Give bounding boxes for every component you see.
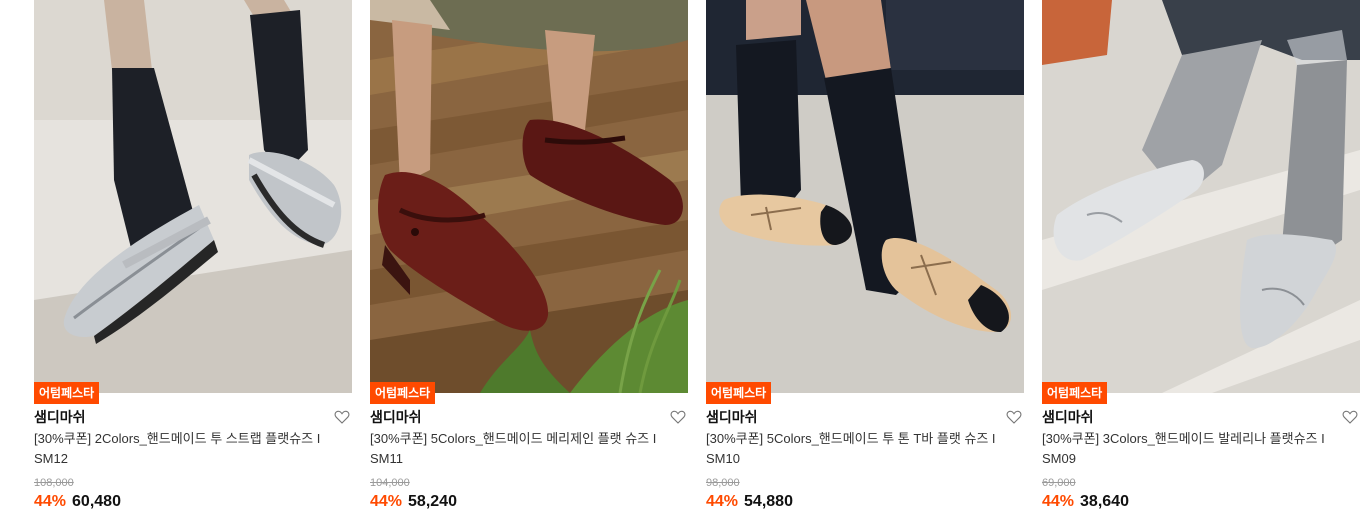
brand-name[interactable]: 샘디마쉬	[370, 407, 422, 427]
brand-name[interactable]: 샘디마쉬	[1042, 407, 1094, 427]
heart-icon[interactable]	[1342, 409, 1358, 425]
product-title[interactable]: [30%쿠폰] 5Colors_핸드메이드 메리제인 플랫 슈즈 I SM11	[370, 429, 670, 469]
heart-icon[interactable]	[1006, 409, 1022, 425]
brand-name[interactable]: 샘디마쉬	[706, 407, 758, 427]
beige-tbar-flats-photo	[706, 0, 1024, 393]
sale-price: 58,240	[408, 493, 457, 510]
brand-name[interactable]: 샘디마쉬	[34, 407, 86, 427]
product-image[interactable]	[1042, 0, 1360, 393]
heart-icon[interactable]	[670, 409, 686, 425]
product-image[interactable]	[706, 0, 1024, 393]
discount-rate: 44%	[1042, 493, 1075, 510]
heart-icon[interactable]	[334, 409, 350, 425]
discount-rate: 44%	[706, 493, 739, 510]
product-title[interactable]: [30%쿠폰] 2Colors_핸드메이드 투 스트랩 플랫슈즈 I SM12	[34, 429, 334, 469]
price-row: 44% 54,880	[706, 491, 793, 513]
sale-price: 60,480	[72, 493, 121, 510]
price-row: 44% 60,480	[34, 491, 121, 513]
original-price: 69,000	[1042, 477, 1076, 489]
event-badge: 어텀페스타	[706, 382, 772, 404]
silver-ballerina-flats-photo	[1042, 0, 1360, 393]
event-badge: 어텀페스타	[370, 382, 436, 404]
discount-rate: 44%	[34, 493, 67, 510]
original-price: 108,000	[34, 477, 74, 489]
discount-rate: 44%	[370, 493, 403, 510]
product-card[interactable]: 어텀페스타 샘디마쉬 [30%쿠폰] 3Colors_핸드메이드 발레리나 플랫…	[1042, 0, 1360, 521]
sale-price: 38,640	[1080, 493, 1129, 510]
sale-price: 54,880	[744, 493, 793, 510]
product-grid: 어텀페스타 샘디마쉬 [30%쿠폰] 2Colors_핸드메이드 투 스트랩 플…	[0, 0, 1368, 521]
event-badge: 어텀페스타	[34, 382, 100, 404]
product-title[interactable]: [30%쿠폰] 3Colors_핸드메이드 발레리나 플랫슈즈 I SM09	[1042, 429, 1342, 469]
original-price: 98,000	[706, 477, 740, 489]
price-row: 44% 58,240	[370, 491, 457, 513]
product-image[interactable]	[34, 0, 352, 393]
burgundy-maryjane-flats-photo	[370, 0, 688, 393]
original-price: 104,000	[370, 477, 410, 489]
product-card[interactable]: 어텀페스타 샘디마쉬 [30%쿠폰] 5Colors_핸드메이드 투 톤 T바 …	[706, 0, 1024, 521]
product-image[interactable]	[370, 0, 688, 393]
product-card[interactable]: 어텀페스타 샘디마쉬 [30%쿠폰] 5Colors_핸드메이드 메리제인 플랫…	[370, 0, 688, 521]
product-card[interactable]: 어텀페스타 샘디마쉬 [30%쿠폰] 2Colors_핸드메이드 투 스트랩 플…	[34, 0, 352, 521]
event-badge: 어텀페스타	[1042, 382, 1108, 404]
price-row: 44% 38,640	[1042, 491, 1129, 513]
silver-two-strap-flats-photo	[34, 0, 352, 393]
product-title[interactable]: [30%쿠폰] 5Colors_핸드메이드 투 톤 T바 플랫 슈즈 I SM1…	[706, 429, 1006, 469]
